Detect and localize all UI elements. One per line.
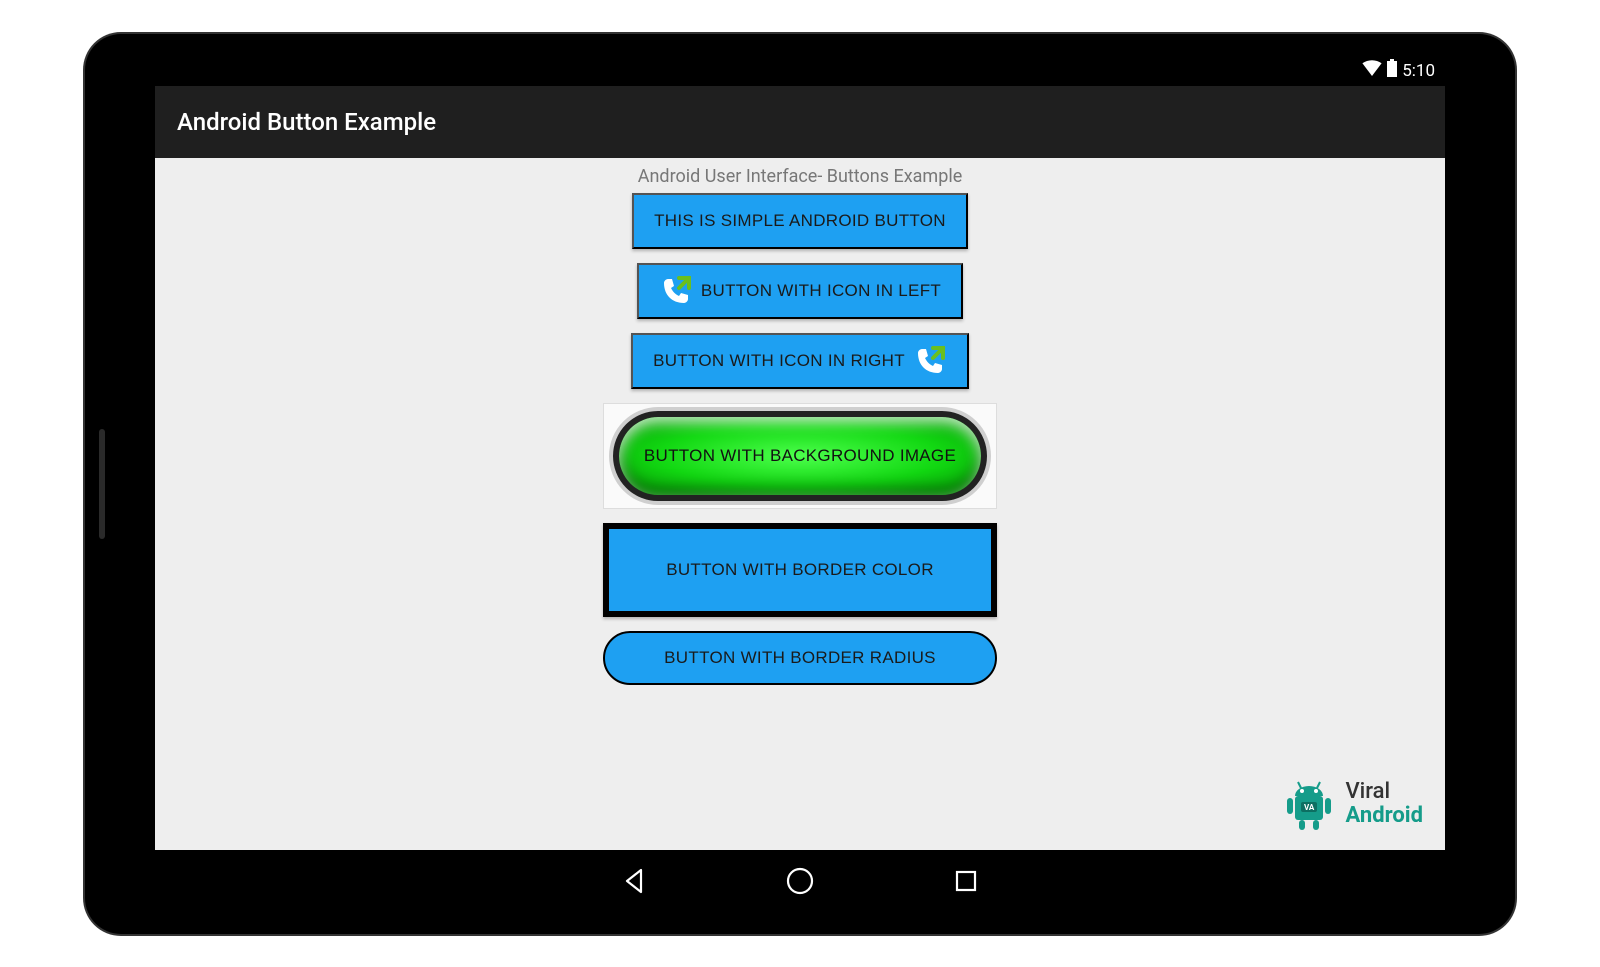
battery-icon: [1386, 59, 1398, 82]
border-radius-button[interactable]: BUTTON WITH BORDER RADIUS: [603, 631, 997, 685]
status-time: 5:10: [1402, 61, 1435, 81]
subtitle-text: Android User Interface- Buttons Example: [155, 166, 1445, 187]
wifi-icon: [1362, 60, 1382, 81]
icon-right-button[interactable]: BUTTON WITH ICON IN RIGHT: [631, 333, 969, 389]
bg-image-button-wrap: BUTTON WITH BACKGROUND IMAGE: [603, 403, 997, 509]
screen: 5:10 Android Button Example Android User…: [155, 56, 1445, 912]
watermark: VA Viral Android: [1281, 776, 1423, 832]
device-speaker: [99, 429, 105, 539]
simple-button-label: THIS IS SIMPLE ANDROID BUTTON: [654, 211, 946, 231]
phone-outgoing-icon: [659, 274, 693, 308]
android-robot-icon: VA: [1281, 776, 1337, 832]
watermark-line2: Android: [1345, 804, 1423, 827]
action-bar: Android Button Example: [155, 86, 1445, 158]
icon-left-button[interactable]: BUTTON WITH ICON IN LEFT: [637, 263, 963, 319]
border-color-button[interactable]: BUTTON WITH BORDER COLOR: [603, 523, 997, 617]
nav-home-button[interactable]: [782, 863, 818, 899]
app-title: Android Button Example: [177, 108, 436, 136]
svg-text:VA: VA: [1304, 803, 1315, 812]
border-radius-button-label: BUTTON WITH BORDER RADIUS: [664, 648, 936, 668]
simple-button[interactable]: THIS IS SIMPLE ANDROID BUTTON: [632, 193, 968, 249]
icon-left-button-label: BUTTON WITH ICON IN LEFT: [701, 281, 941, 301]
status-bar: 5:10: [155, 56, 1445, 86]
bg-image-button[interactable]: BUTTON WITH BACKGROUND IMAGE: [613, 411, 987, 501]
watermark-line1: Viral: [1345, 780, 1423, 803]
content-area: Android User Interface- Buttons Example …: [155, 158, 1445, 850]
navigation-bar: [155, 850, 1445, 912]
nav-recent-button[interactable]: [948, 863, 984, 899]
nav-back-button[interactable]: [616, 863, 652, 899]
icon-right-button-label: BUTTON WITH ICON IN RIGHT: [653, 351, 905, 371]
watermark-text: Viral Android: [1345, 780, 1423, 826]
phone-outgoing-icon: [913, 344, 947, 378]
buttons-column: THIS IS SIMPLE ANDROID BUTTON BUTTON WIT…: [155, 193, 1445, 685]
bg-image-button-label: BUTTON WITH BACKGROUND IMAGE: [644, 446, 956, 466]
border-color-button-label: BUTTON WITH BORDER COLOR: [666, 560, 934, 580]
tablet-frame: 5:10 Android Button Example Android User…: [85, 34, 1515, 934]
